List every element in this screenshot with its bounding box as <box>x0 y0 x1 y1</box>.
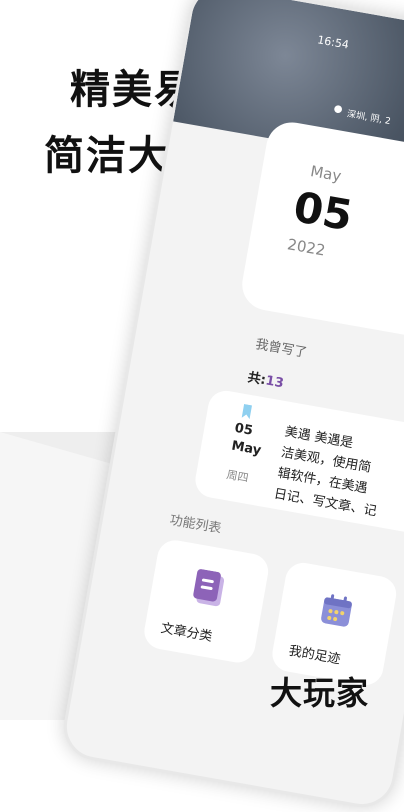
date-year: 2022 <box>285 235 327 260</box>
bookmark-icon <box>241 403 253 420</box>
article-weekday: 周四 <box>225 468 250 485</box>
total-count-label: 共:13 <box>246 366 285 391</box>
watermark-text: 大玩家 <box>270 674 370 712</box>
document-icon <box>193 569 225 607</box>
date-day: 05 <box>289 182 357 241</box>
status-time: 16:54 <box>316 33 350 52</box>
article-preview: 美遇 美遇是 洁美观，使用简 辑软件，在美遇 日记、写文章、记 <box>272 422 404 534</box>
location-icon: ● <box>332 103 344 116</box>
date-month: May <box>309 162 343 186</box>
location-text: 深圳, 阴, 2 <box>346 109 392 128</box>
date-card: May 05 2022 <box>238 118 404 347</box>
calendar-icon <box>321 594 352 627</box>
article-month: May <box>230 438 263 459</box>
total-count: 13 <box>264 373 285 392</box>
wrote-label: 我曾写了 <box>254 337 309 361</box>
article-day: 05 <box>233 420 254 439</box>
function-list-label: 功能列表 <box>168 512 223 537</box>
function-article-category[interactable]: 文章分类 <box>141 537 271 666</box>
function-label: 我的足迹 <box>287 643 342 668</box>
function-label: 文章分类 <box>159 621 214 645</box>
